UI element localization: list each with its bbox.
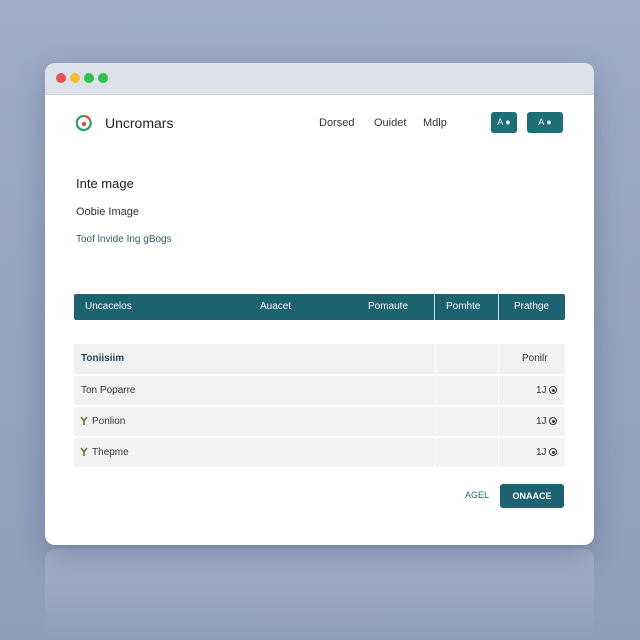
row-value: 1J (536, 416, 547, 427)
nav-item-dorsed[interactable]: Dorsed (319, 117, 354, 129)
table-row[interactable]: Ton Poparre 1J (74, 376, 565, 405)
table-row[interactable]: Thepme 1J (74, 438, 565, 467)
radio-icon[interactable] (549, 417, 557, 425)
radio-icon[interactable] (549, 448, 557, 456)
cell-divider (498, 438, 499, 467)
title-bar (45, 63, 594, 95)
flag-icon (80, 447, 88, 456)
group-column-label: Ponilr (522, 353, 548, 364)
cell-divider (498, 407, 499, 436)
window-reflection (45, 549, 594, 640)
column-divider (498, 294, 499, 320)
column-divider (434, 294, 435, 320)
nav-item-mdlp[interactable]: Mdlp (423, 117, 447, 129)
logo-icon (76, 114, 92, 132)
cell-divider (435, 344, 436, 374)
table-header: Uncacelos Auacet Pomaute Pomhte Prathge (74, 294, 565, 320)
maximize-dot-icon[interactable] (84, 73, 94, 83)
cell-divider (435, 376, 436, 405)
flag-icon (80, 416, 88, 425)
extra-dot-icon[interactable] (98, 73, 108, 83)
column-header-4[interactable]: Pomhte (446, 294, 480, 320)
close-dot-icon[interactable] (56, 73, 66, 83)
row-value: 1J (536, 385, 547, 396)
header-button-1[interactable]: A ● (491, 112, 517, 133)
row-label: Ponlion (92, 416, 126, 427)
group-label: Toniisiim (81, 353, 125, 364)
column-header-2[interactable]: Auacet (260, 294, 291, 320)
info-link[interactable]: Toof lnvide Ing gBogs (76, 234, 172, 245)
table-group-row: Toniisiim Ponilr (74, 344, 565, 374)
row-label: Ton Poparre (81, 385, 136, 396)
page-subheading: Oobie Image (76, 206, 139, 218)
column-header-5[interactable]: Prathge (514, 294, 549, 320)
nav-item-ouidet[interactable]: Ouidet (374, 117, 406, 129)
minimize-dot-icon[interactable] (70, 73, 80, 83)
page-heading: Inte mage (76, 176, 134, 191)
cell-divider (498, 376, 499, 405)
cell-divider (435, 438, 436, 467)
column-header-1[interactable]: Uncacelos (85, 294, 132, 320)
brand-name: Uncromars (105, 115, 174, 131)
row-label: Thepme (92, 447, 129, 458)
cancel-link[interactable]: AGEL (465, 490, 489, 500)
header-button-2[interactable]: A ● (527, 112, 563, 133)
table-row[interactable]: Ponlion 1J (74, 407, 565, 436)
cell-divider (435, 407, 436, 436)
row-value: 1J (536, 447, 547, 458)
column-header-3[interactable]: Pomaute (368, 294, 408, 320)
radio-icon[interactable] (549, 386, 557, 394)
app-window: Uncromars Dorsed Ouidet Mdlp A ● A ● Int… (45, 63, 594, 545)
primary-button[interactable]: ONAACE (500, 484, 564, 508)
cell-divider (498, 344, 499, 374)
